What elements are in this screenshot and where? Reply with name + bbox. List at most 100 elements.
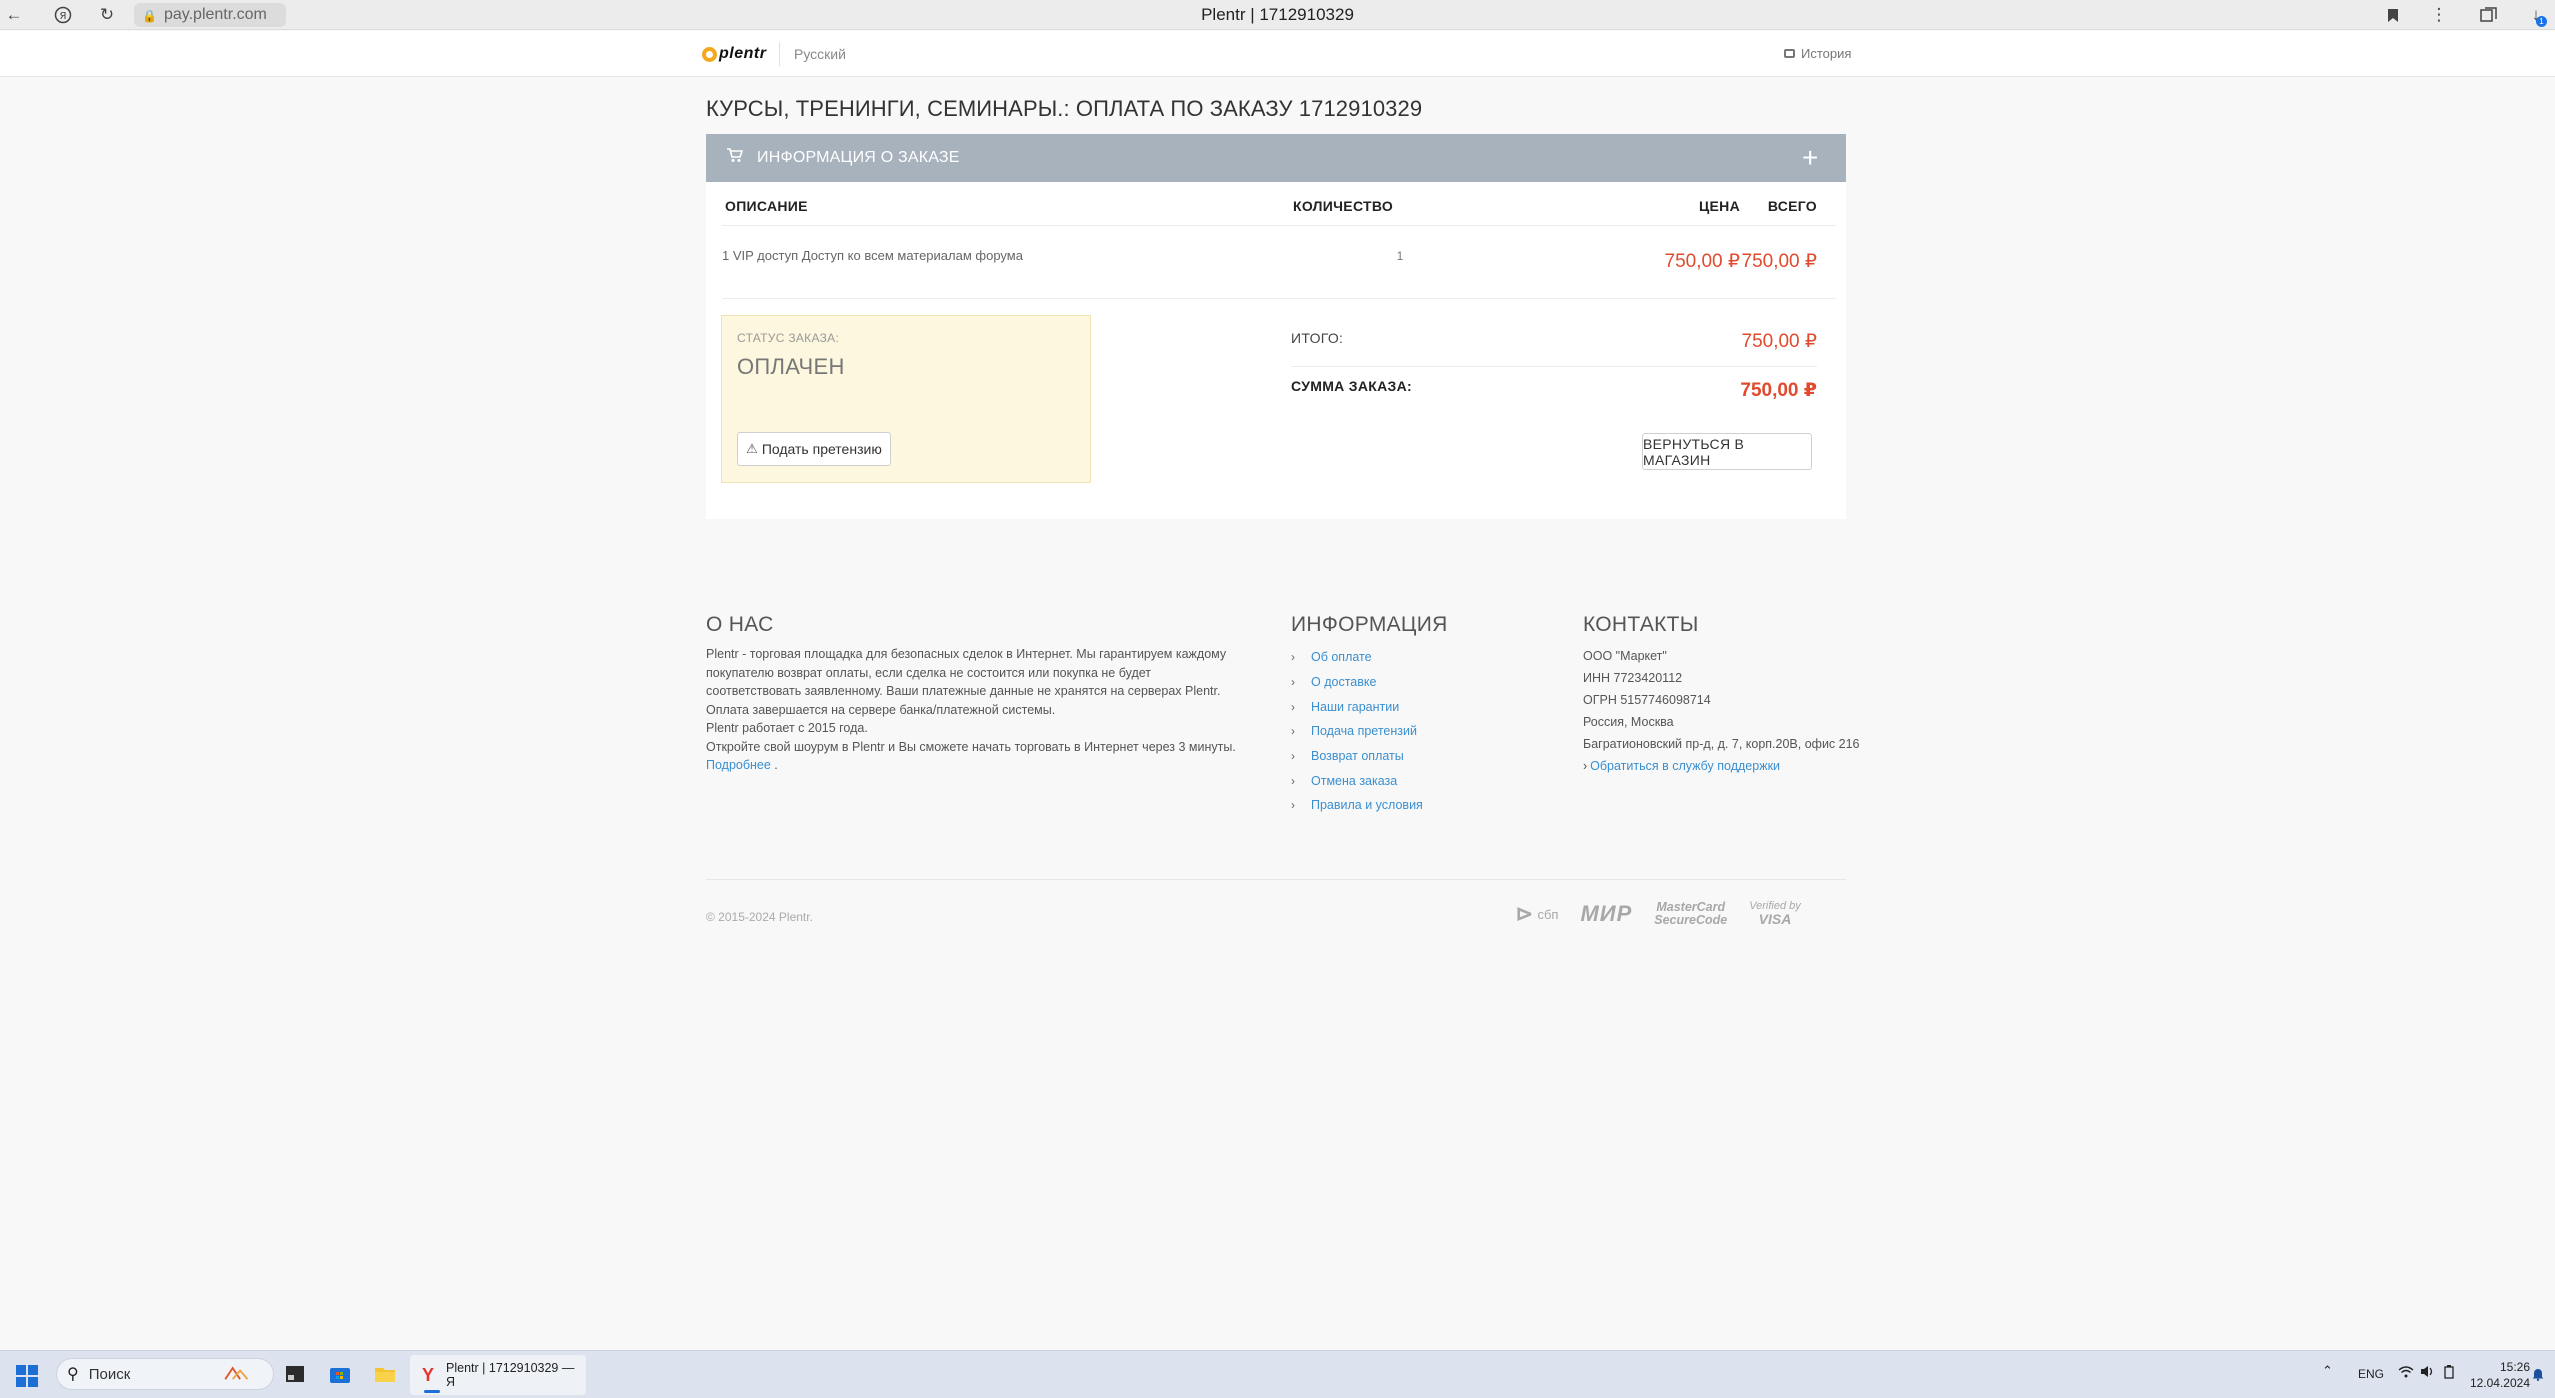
info-link-label: Отмена заказа — [1311, 773, 1398, 788]
col-description: ОПИСАНИЕ — [725, 198, 808, 214]
taskbar-browser-button[interactable]: Y Plentr | 1712910329 — Я — [410, 1355, 586, 1395]
clock-date: 12.04.2024 — [2469, 1376, 2530, 1390]
col-quantity: КОЛИЧЕСТВО — [1293, 198, 1394, 214]
warning-icon: ⚠ — [746, 441, 758, 456]
page-title: КУРСЫ, ТРЕНИНГИ, СЕМИНАРЫ.: ОПЛАТА ПО ЗА… — [706, 96, 1423, 121]
file-claim-button[interactable]: ⚠ Подать претензию — [737, 432, 891, 466]
return-to-shop-button[interactable]: ВЕРНУТЬСЯ В МАГАЗИН — [1642, 433, 1812, 470]
chevron-right-icon: › — [1291, 724, 1295, 739]
item-quantity: 1 — [1396, 249, 1404, 263]
order-sum-value: 750,00 ₽ — [1740, 380, 1817, 401]
history-label: История — [1801, 46, 1852, 61]
copyright: © 2015-2024 Plentr. — [706, 910, 813, 924]
subtotal-label: ИТОГО: — [1291, 330, 1344, 346]
footer-about-title: О НАС — [706, 613, 774, 636]
info-link-payment[interactable]: › Об оплате — [1291, 645, 1423, 670]
cart-icon — [726, 148, 744, 168]
plentr-logo[interactable]: plentr — [702, 43, 766, 65]
contact-ogrn: ОГРН 5157746098714 — [1583, 693, 1711, 707]
footer-about-text: Plentr - торговая площадка для безопасны… — [706, 645, 1246, 775]
about-paragraph: Plentr работает с 2015 года. — [706, 721, 868, 735]
tab-title: Plentr | 1712910329 — [1201, 5, 1354, 24]
subtotal-value: 750,00 ₽ — [1741, 331, 1817, 352]
sbp-text: сбп — [1537, 906, 1559, 922]
info-link-label: О доставке — [1311, 675, 1377, 690]
back-arrow-icon[interactable]: ← — [3, 4, 25, 26]
footer-info-links: › Об оплате › О доставке › Наши гарантии › П… — [1291, 645, 1423, 818]
lock-icon: 🔒 — [142, 9, 157, 23]
notifications-bell-icon[interactable] — [2532, 1367, 2544, 1384]
support-link[interactable]: › Обратиться в службу поддержки — [1583, 755, 1860, 777]
info-link-label: Наши гарантии — [1311, 699, 1400, 714]
bookmark-icon[interactable] — [2382, 4, 2404, 26]
info-link-guarantees[interactable]: › Наши гарантии — [1291, 694, 1423, 719]
info-link-label: Подача претензий — [1311, 724, 1417, 739]
volume-icon[interactable] — [2420, 1365, 2436, 1381]
chevron-right-icon: › — [1291, 699, 1295, 714]
clock-time: 15:26 — [2499, 1360, 2530, 1374]
chevron-right-icon: › — [1291, 773, 1295, 788]
taskbar-browser-label: Plentr | 1712910329 — Я — [446, 1361, 575, 1389]
wifi-icon[interactable] — [2398, 1365, 2414, 1381]
visa-line2: VISA — [1758, 911, 1792, 927]
taskbar-search-label: Поиск — [88, 1365, 131, 1383]
info-link-delivery[interactable]: › О доставке — [1291, 670, 1423, 695]
info-link-claims[interactable]: › Подача претензий — [1291, 719, 1423, 744]
svg-text:Я: Я — [60, 11, 67, 22]
info-link-label: Об оплате — [1311, 650, 1372, 665]
info-link-cancel[interactable]: › Отмена заказа — [1291, 768, 1423, 793]
mastercard-securecode-logo: MasterCard SecureCode — [1654, 901, 1727, 927]
support-link-label: Обратиться в службу поддержки — [1590, 759, 1781, 773]
footer-contacts: ООО "Маркет" ИНН 7723420112 ОГРН 5157746… — [1583, 645, 1860, 777]
expand-plus-icon[interactable]: + — [1802, 142, 1818, 174]
input-language[interactable]: ENG — [2358, 1367, 2384, 1381]
search-icon: ⚲ — [67, 1366, 79, 1383]
contact-address: Багратионовский пр-д, д. 7, корп.20В, оф… — [1583, 737, 1860, 751]
history-icon — [1784, 49, 1795, 58]
order-status-box: СТАТУС ЗАКАЗА: ОПЛАЧЕН ⚠ Подать претензи… — [721, 315, 1091, 483]
info-link-label: Возврат оплаты — [1311, 749, 1404, 764]
order-panel-header[interactable]: ИНФОРМАЦИЯ О ЗАКАЗЕ + — [706, 134, 1846, 182]
more-link[interactable]: Подробнее — [706, 758, 771, 772]
sbp-logo: ⊳ сбп — [1515, 901, 1558, 927]
chevron-right-icon: › — [1291, 650, 1295, 665]
language-selector[interactable]: Русский — [794, 46, 846, 62]
history-link[interactable]: История — [1784, 46, 1851, 61]
item-total: 750,00 ₽ — [1741, 251, 1817, 272]
chevron-right-icon: › — [1291, 749, 1295, 764]
taskbar: ⚲ Поиск Y Plentr | 1712910329 — Я ⌃ ENG … — [0, 1350, 2555, 1398]
collections-icon[interactable] — [2478, 4, 2500, 26]
chevron-right-icon: › — [1291, 798, 1295, 813]
totals-divider — [1291, 366, 1817, 367]
file-claim-label: Подать претензию — [761, 441, 882, 457]
more-link-dot: . — [770, 758, 778, 772]
header-divider — [779, 42, 780, 66]
footer-contacts-title: КОНТАКТЫ — [1583, 613, 1699, 636]
widget-icon[interactable] — [224, 1360, 250, 1386]
chevron-right-icon: › — [1291, 675, 1295, 690]
browser-toolbar: ← Я ↻ 🔒 pay.plentr.com Plentr | 17129103… — [0, 0, 2555, 30]
file-explorer-icon[interactable] — [372, 1361, 398, 1387]
tray-chevron-up-icon[interactable]: ⌃ — [2322, 1363, 2333, 1379]
order-panel: ИНФОРМАЦИЯ О ЗАКАЗЕ + ОПИСАНИЕ КОЛИЧЕСТВ… — [706, 134, 1846, 519]
chevron-right-icon: › — [1583, 759, 1588, 773]
terminal-app-icon[interactable] — [282, 1361, 308, 1387]
store-app-icon[interactable] — [327, 1361, 353, 1387]
menu-dots-icon[interactable]: ⋮ — [2428, 4, 2450, 26]
windows-start-icon[interactable] — [16, 1365, 38, 1387]
yandex-home-icon[interactable]: Я — [52, 4, 74, 26]
order-panel-title: ИНФОРМАЦИЯ О ЗАКАЗЕ — [757, 149, 960, 166]
table-divider — [722, 225, 1836, 226]
contact-inn: ИНН 7723420112 — [1583, 671, 1683, 685]
reload-icon[interactable]: ↻ — [96, 4, 118, 26]
payment-logos: ⊳ сбп МИР MasterCard SecureCode Verified … — [1515, 898, 1801, 930]
logo-mark-icon — [702, 46, 717, 62]
about-paragraph: Откройте свой шоурум в Plentr и Вы сможе… — [706, 739, 1236, 754]
verified-by-visa-logo: Verified by VISA — [1749, 900, 1801, 928]
footer-info-title: ИНФОРМАЦИЯ — [1291, 613, 1448, 636]
order-sum-label: СУММА ЗАКАЗА: — [1291, 378, 1412, 394]
taskbar-clock[interactable]: 15:26 12.04.2024 — [2440, 1359, 2530, 1391]
info-link-terms[interactable]: › Правила и условия — [1291, 793, 1423, 818]
info-link-refund[interactable]: › Возврат оплаты — [1291, 744, 1423, 769]
address-bar[interactable]: 🔒 pay.plentr.com — [134, 3, 286, 27]
